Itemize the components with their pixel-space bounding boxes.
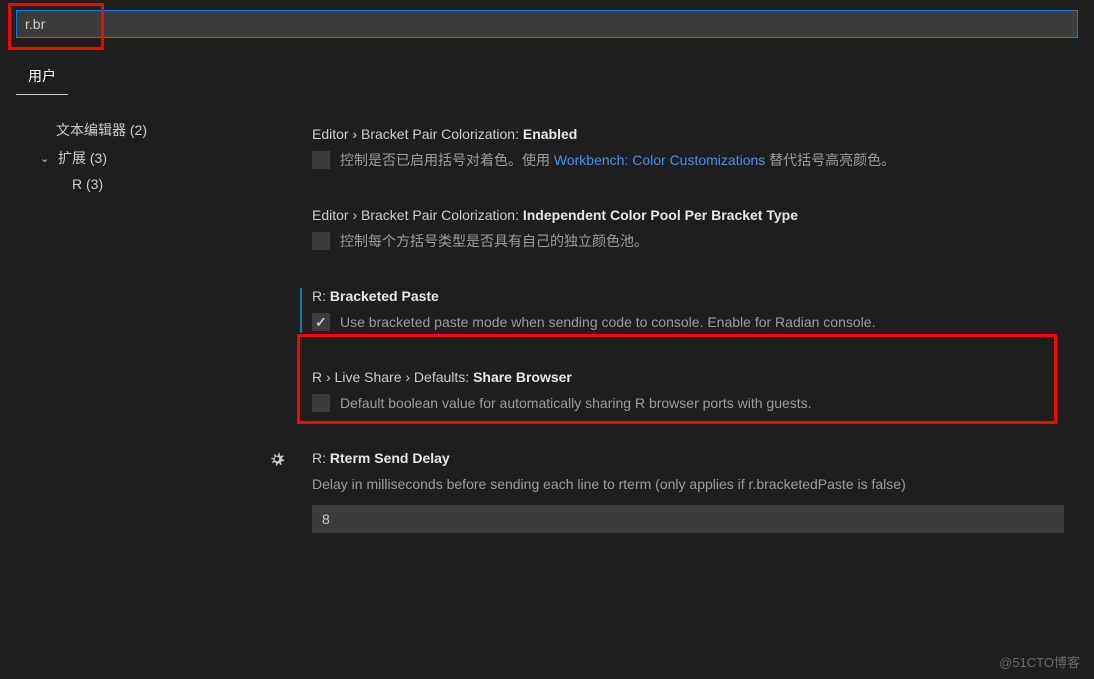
settings-search-input[interactable] <box>16 10 1078 38</box>
setting-breadcrumb: R: <box>312 288 330 304</box>
gear-icon[interactable] <box>270 450 286 468</box>
setting-breadcrumb: R › Live Share › Defaults: <box>312 369 473 385</box>
sidebar-item-r[interactable]: R (3) <box>16 172 254 196</box>
checkbox-independent-pool[interactable] <box>312 232 330 250</box>
link-workbench-color[interactable]: Workbench: Color Customizations <box>554 152 765 168</box>
settings-sidebar: 文本编辑器 (2) ⌄ 扩展 (3) R (3) <box>0 96 270 675</box>
checkbox-share-browser[interactable] <box>312 394 330 412</box>
checkbox-bracketed-paste[interactable] <box>312 313 330 331</box>
setting-name: Rterm Send Delay <box>330 450 450 466</box>
setting-independent-color-pool: Editor › Bracket Pair Colorization: Inde… <box>300 207 1064 252</box>
setting-breadcrumb: Editor › Bracket Pair Colorization: <box>312 207 523 223</box>
setting-description: 控制每个方括号类型是否具有自己的独立颜色池。 <box>340 231 648 252</box>
setting-rterm-send-delay: R: Rterm Send Delay Delay in millisecond… <box>300 450 1064 533</box>
setting-name: Share Browser <box>473 369 572 385</box>
setting-breadcrumb: Editor › Bracket Pair Colorization: <box>312 126 523 142</box>
setting-name: Enabled <box>523 126 577 142</box>
setting-name: Bracketed Paste <box>330 288 439 304</box>
setting-bracketed-paste: R: Bracketed Paste Use bracketed paste m… <box>300 288 1064 333</box>
setting-share-browser: R › Live Share › Defaults: Share Browser… <box>300 369 1064 414</box>
setting-breadcrumb: R: <box>312 450 330 466</box>
sidebar-item-text-editor[interactable]: 文本编辑器 (2) <box>16 116 254 144</box>
sidebar-item-extensions[interactable]: ⌄ 扩展 (3) <box>16 144 254 172</box>
setting-name: Independent Color Pool Per Bracket Type <box>523 207 798 223</box>
sidebar-extensions-label: 扩展 (3) <box>58 148 107 168</box>
tab-user[interactable]: 用户 <box>16 58 68 95</box>
setting-description: Delay in milliseconds before sending eac… <box>312 474 1064 495</box>
settings-main: Editor › Bracket Pair Colorization: Enab… <box>270 96 1094 675</box>
setting-description: 控制是否已启用括号对着色。使用 Workbench: Color Customi… <box>340 150 895 171</box>
chevron-down-icon: ⌄ <box>40 152 54 165</box>
setting-bracket-pair-enabled: Editor › Bracket Pair Colorization: Enab… <box>300 126 1064 171</box>
checkbox-bracket-pair[interactable] <box>312 151 330 169</box>
watermark: @51CTO博客 <box>999 652 1080 671</box>
settings-tabs: 用户 <box>0 38 1094 96</box>
setting-description: Default boolean value for automatically … <box>340 393 812 414</box>
setting-description: Use bracketed paste mode when sending co… <box>340 312 875 333</box>
input-rterm-delay[interactable] <box>312 505 1064 533</box>
